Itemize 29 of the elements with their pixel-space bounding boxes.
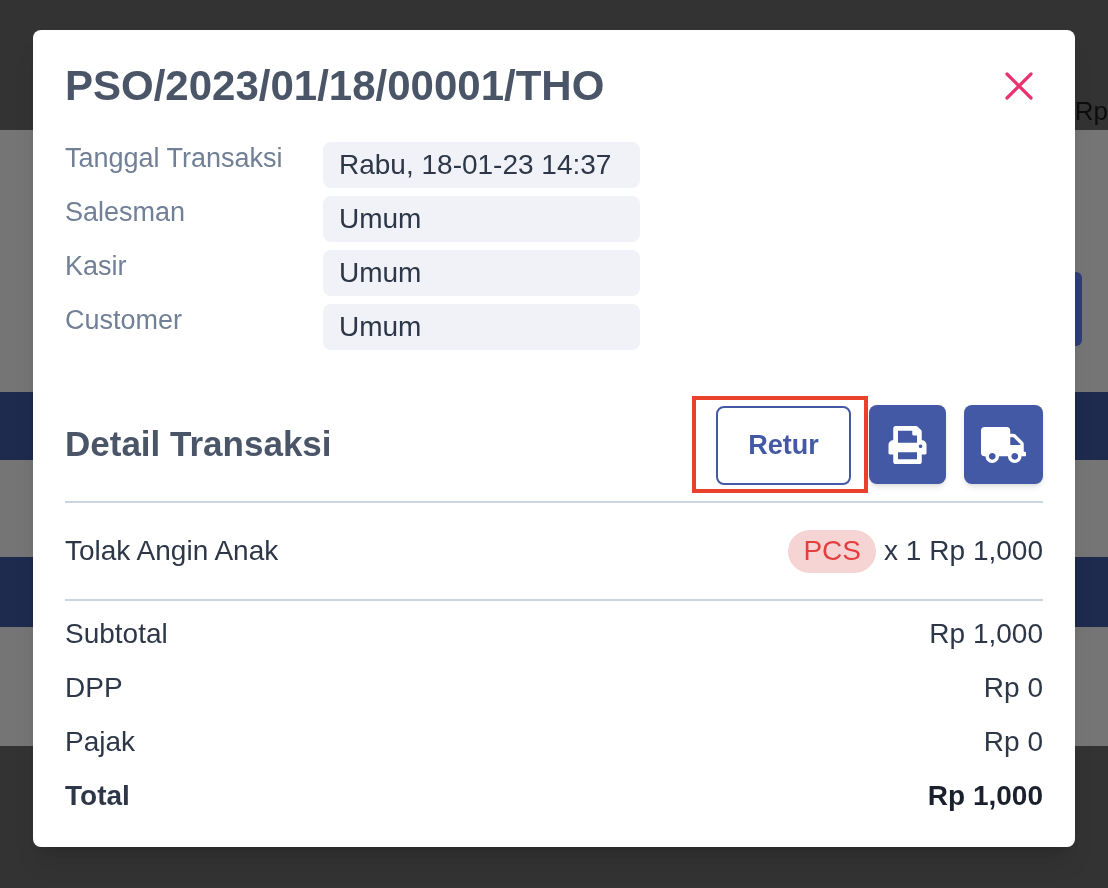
info-value-field: Umum <box>323 304 640 350</box>
dialog-title: PSO/2023/01/18/00001/THO <box>65 62 605 110</box>
close-icon <box>1005 72 1033 100</box>
printer-icon <box>887 425 928 464</box>
unit-badge: PCS <box>788 529 876 573</box>
item-price: Rp 1,000 <box>929 534 1043 568</box>
info-label: Kasir <box>65 250 128 282</box>
summary-label: Pajak <box>65 725 136 759</box>
summary-label: Subtotal <box>65 617 168 651</box>
item-quantity: x 1 <box>884 534 922 568</box>
info-value-field: Umum <box>323 196 640 242</box>
info-label: Tanggal Transaksi <box>65 142 284 174</box>
item-name: Tolak Angin Anak <box>65 534 279 568</box>
truck-icon <box>981 426 1026 463</box>
summary-label: Total <box>65 779 130 813</box>
retur-button[interactable]: Retur <box>716 406 851 485</box>
summary-label: DPP <box>65 671 123 705</box>
info-label: Salesman <box>65 196 187 228</box>
info-value-field: Umum <box>323 250 640 296</box>
close-button[interactable] <box>1005 72 1033 100</box>
summary-value: Rp 0 <box>983 725 1043 759</box>
summary-value: Rp 1,000 <box>927 779 1043 813</box>
summary-value: Rp 1,000 <box>929 617 1043 651</box>
info-label: Customer <box>65 304 184 336</box>
delivery-button[interactable] <box>964 405 1043 484</box>
print-button[interactable] <box>869 405 946 484</box>
section-heading: Detail Transaksi <box>65 423 332 466</box>
info-value-field: Rabu, 18-01-23 14:37 <box>323 142 640 188</box>
summary-value: Rp 0 <box>983 671 1043 705</box>
